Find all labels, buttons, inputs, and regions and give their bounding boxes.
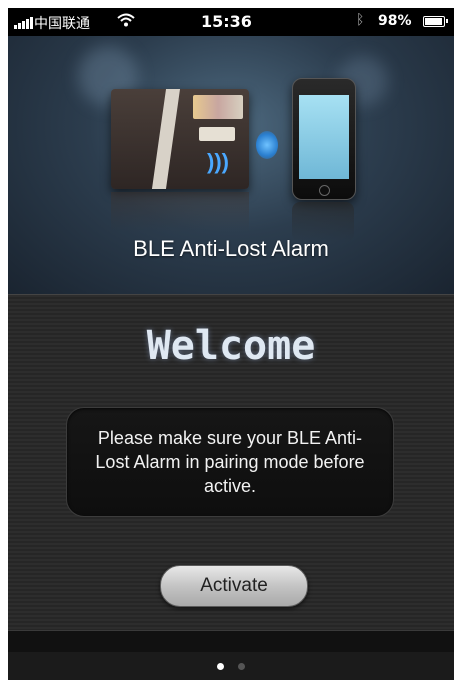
carrier-name: 中国联通 bbox=[34, 16, 90, 32]
battery-percent: 98% bbox=[378, 13, 412, 29]
welcome-heading: Welcome bbox=[146, 323, 316, 369]
phone-screen: 中国联通 15:36 ᛒ 98% ))) BLE Anti-Lost Alarm… bbox=[8, 8, 454, 680]
bluetooth-icon: ᛒ bbox=[356, 12, 365, 28]
status-time: 15:36 bbox=[201, 12, 252, 31]
phone-illustration bbox=[292, 78, 356, 200]
wallet-illustration: ))) bbox=[111, 89, 249, 189]
wifi-icon bbox=[116, 12, 136, 32]
bluetooth-ping-icon bbox=[256, 131, 278, 159]
page-dot-1[interactable] bbox=[217, 662, 224, 670]
status-bar: 中国联通 15:36 ᛒ 98% bbox=[8, 8, 454, 36]
footer-bar bbox=[8, 630, 454, 653]
wallet-reflection bbox=[111, 192, 249, 232]
instruction-text: Please make sure your BLE Anti-Lost Alar… bbox=[95, 428, 365, 496]
activate-button[interactable]: Activate bbox=[160, 565, 308, 607]
page-dot-2[interactable] bbox=[238, 662, 245, 670]
page-indicator[interactable] bbox=[8, 652, 454, 680]
welcome-panel: Welcome Please make sure your BLE Anti-L… bbox=[8, 294, 454, 631]
app-title: BLE Anti-Lost Alarm bbox=[133, 236, 329, 261]
signal-waves-icon: ))) bbox=[207, 149, 229, 174]
battery-icon bbox=[423, 16, 448, 27]
signal-icon bbox=[14, 17, 33, 29]
hero-banner: ))) BLE Anti-Lost Alarm bbox=[8, 36, 454, 294]
instruction-box: Please make sure your BLE Anti-Lost Alar… bbox=[66, 407, 394, 517]
